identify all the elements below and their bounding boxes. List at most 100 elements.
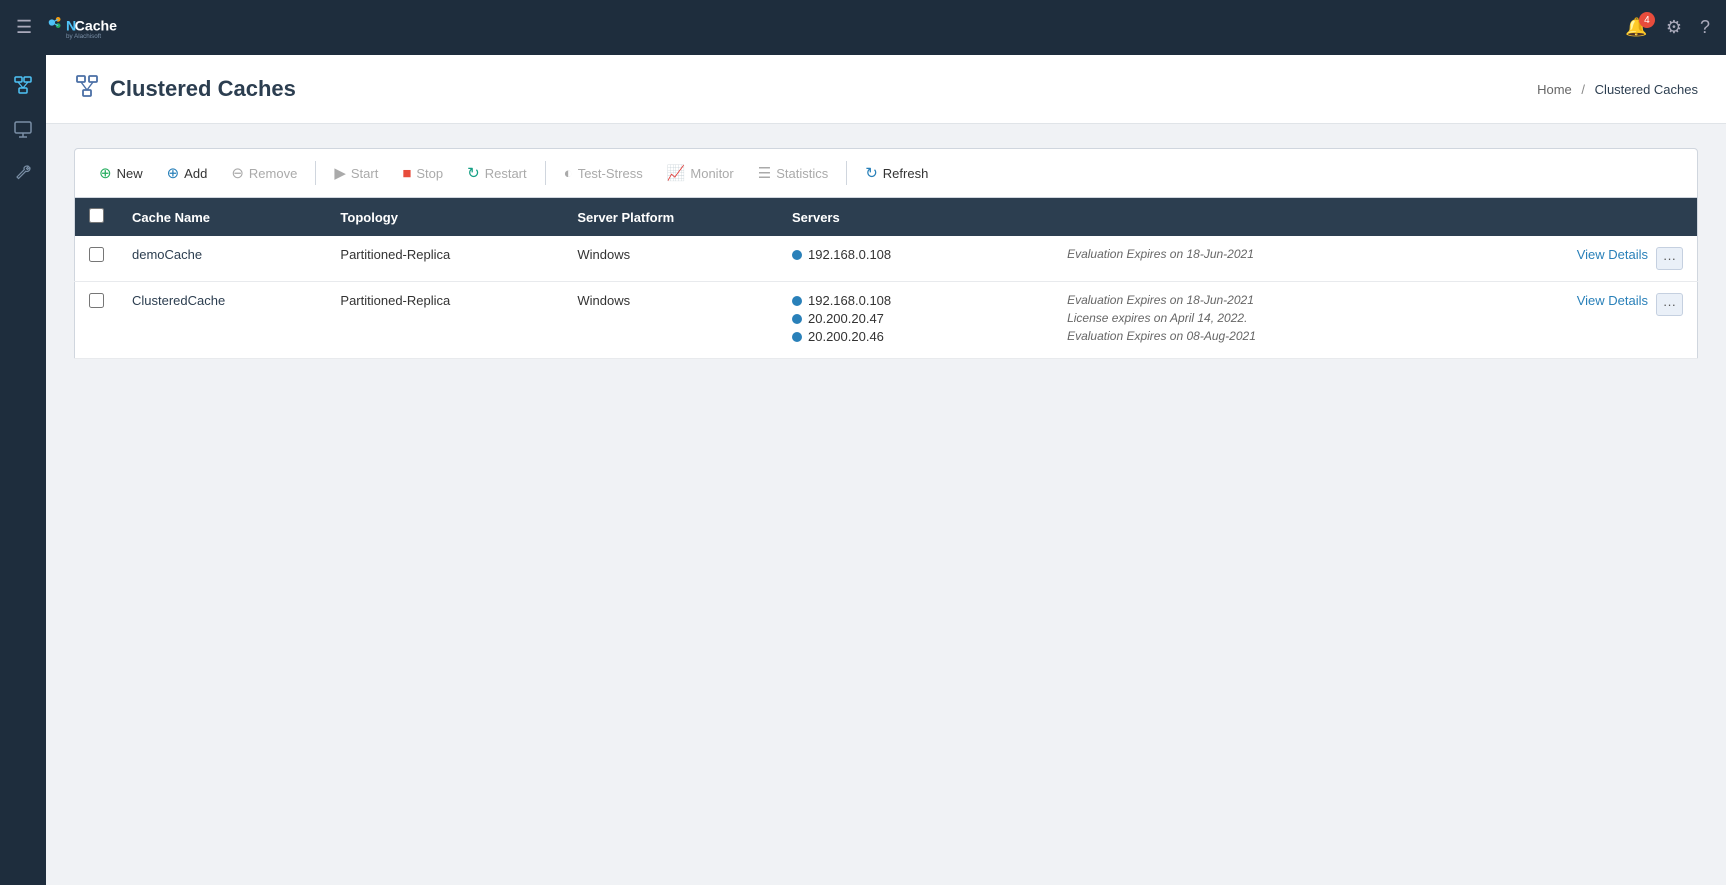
stop-label: Stop [416, 166, 443, 181]
svg-text:by Alachisoft: by Alachisoft [66, 33, 101, 40]
cache-name: ClusteredCache [132, 293, 225, 308]
more-options-button[interactable]: ··· [1656, 247, 1683, 270]
notification-badge: 4 [1639, 12, 1655, 28]
server-status-dot [792, 332, 802, 342]
sidebar-item-clustered-caches[interactable] [5, 67, 41, 103]
sidebar-item-tools[interactable] [5, 155, 41, 191]
statistics-button[interactable]: ☰ Statistics [748, 159, 838, 187]
platform-cell: Windows [563, 282, 778, 359]
cache-name-cell: demoCache [118, 236, 326, 282]
refresh-label: Refresh [883, 166, 929, 181]
left-sidebar [0, 55, 46, 885]
page-header-left: Clustered Caches [74, 73, 296, 105]
app-logo: N Cache by Alachisoft [44, 10, 154, 46]
cache-table: Cache Name Topology Server Platform Serv… [74, 198, 1698, 359]
svg-text:Cache: Cache [75, 17, 118, 33]
cluster-icon [12, 74, 34, 96]
start-button[interactable]: ▶ Start [324, 159, 388, 187]
test-stress-label: Test-Stress [578, 166, 643, 181]
actions-container: View Details ··· [1480, 247, 1683, 270]
row-checkbox-cell [75, 282, 119, 359]
row-checkbox[interactable] [89, 247, 104, 262]
topology-cell: Partitioned-Replica [326, 282, 563, 359]
view-details-link[interactable]: View Details [1577, 247, 1648, 262]
servers-cell: 192.168.0.108 20.200.20.47 20.200.20.46 [778, 282, 1053, 359]
stop-button[interactable]: ■ Stop [392, 160, 453, 187]
expiry-cell: Evaluation Expires on 18-Jun-2021 License… [1053, 282, 1466, 359]
navbar-left: ☰ N Cache by Alachisoft [16, 10, 154, 46]
table-row: ClusteredCache Partitioned-ReplicaWindows… [75, 282, 1698, 359]
refresh-icon: ↻ [865, 164, 878, 182]
toolbar-separator-2 [545, 161, 546, 185]
table-header: Cache Name Topology Server Platform Serv… [75, 198, 1698, 236]
header-server-platform: Server Platform [563, 198, 778, 236]
add-button[interactable]: ⊕ Add [157, 159, 218, 187]
logo-area: N Cache by Alachisoft [44, 10, 154, 46]
servers-cell: 192.168.0.108 [778, 236, 1053, 282]
table-row: demoCachePartitioned-ReplicaWindows192.1… [75, 236, 1698, 282]
tools-icon [13, 163, 33, 183]
new-button[interactable]: ⊕ New [89, 159, 153, 187]
table-body: demoCachePartitioned-ReplicaWindows192.1… [75, 236, 1698, 359]
stop-icon: ■ [402, 165, 411, 182]
expiry-text: Evaluation Expires on 08-Aug-2021 [1067, 329, 1452, 343]
statistics-label: Statistics [776, 166, 828, 181]
top-navbar: ☰ N Cache by Alachisoft 🔔 4 ⚙ ? [0, 0, 1726, 55]
server-status-dot [792, 296, 802, 306]
page-content: ⊕ New ⊕ Add ⊖ Remove ▶ Start ■ [46, 124, 1726, 885]
settings-button[interactable]: ⚙ [1666, 17, 1682, 38]
add-label: Add [184, 166, 207, 181]
content-area: Clustered Caches Home / Clustered Caches… [46, 55, 1726, 885]
header-checkbox-cell [75, 198, 119, 236]
server-ip: 192.168.0.108 [808, 247, 891, 262]
toolbar-separator-3 [846, 161, 847, 185]
topology-cell: Partitioned-Replica [326, 236, 563, 282]
toolbar: ⊕ New ⊕ Add ⊖ Remove ▶ Start ■ [74, 148, 1698, 198]
expiry-text: License expires on April 14, 2022. [1067, 311, 1452, 325]
server-row: 20.200.20.46 [792, 329, 1039, 344]
refresh-button[interactable]: ↻ Refresh [855, 159, 938, 187]
new-icon: ⊕ [99, 164, 112, 182]
server-ip: 192.168.0.108 [808, 293, 891, 308]
expiry-text: Evaluation Expires on 18-Jun-2021 [1067, 293, 1452, 307]
server-ip: 20.200.20.47 [808, 311, 884, 326]
header-expiry [1053, 198, 1466, 236]
remove-label: Remove [249, 166, 297, 181]
row-checkbox[interactable] [89, 293, 104, 308]
view-details-link[interactable]: View Details [1577, 293, 1648, 308]
expiry-cell: Evaluation Expires on 18-Jun-2021 [1053, 236, 1466, 282]
restart-label: Restart [485, 166, 527, 181]
header-servers: Servers [778, 198, 1053, 236]
expiry-text: Evaluation Expires on 18-Jun-2021 [1067, 247, 1452, 261]
table-header-row: Cache Name Topology Server Platform Serv… [75, 198, 1698, 236]
toolbar-separator-1 [315, 161, 316, 185]
server-status-dot [792, 250, 802, 260]
monitor-button[interactable]: 📈 Monitor [657, 159, 744, 187]
server-row: 20.200.20.47 [792, 311, 1039, 326]
sidebar-item-monitors[interactable] [5, 111, 41, 147]
more-options-button[interactable]: ··· [1656, 293, 1683, 316]
monitor-icon [13, 119, 33, 139]
breadcrumb-home[interactable]: Home [1537, 82, 1572, 97]
hamburger-button[interactable]: ☰ [16, 17, 32, 38]
notification-button[interactable]: 🔔 4 [1625, 17, 1647, 38]
monitor-icon: 📈 [667, 164, 686, 182]
remove-button[interactable]: ⊖ Remove [221, 159, 307, 187]
server-ip: 20.200.20.46 [808, 329, 884, 344]
select-all-checkbox[interactable] [89, 208, 104, 223]
server-status-dot [792, 314, 802, 324]
monitor-label: Monitor [690, 166, 733, 181]
add-icon: ⊕ [167, 164, 180, 182]
help-button[interactable]: ? [1700, 17, 1710, 38]
statistics-icon: ☰ [758, 164, 771, 182]
start-label: Start [351, 166, 378, 181]
test-stress-button[interactable]: ◐ Test-Stress [554, 160, 653, 187]
breadcrumb-current: Clustered Caches [1595, 82, 1698, 97]
restart-button[interactable]: ↻ Restart [457, 159, 536, 187]
test-stress-icon: ◐ [564, 165, 573, 182]
header-actions [1466, 198, 1698, 236]
page-cluster-icon [74, 73, 100, 99]
breadcrumb: Home / Clustered Caches [1537, 82, 1698, 97]
restart-icon: ↻ [467, 164, 480, 182]
actions-cell: View Details ··· [1466, 236, 1698, 282]
